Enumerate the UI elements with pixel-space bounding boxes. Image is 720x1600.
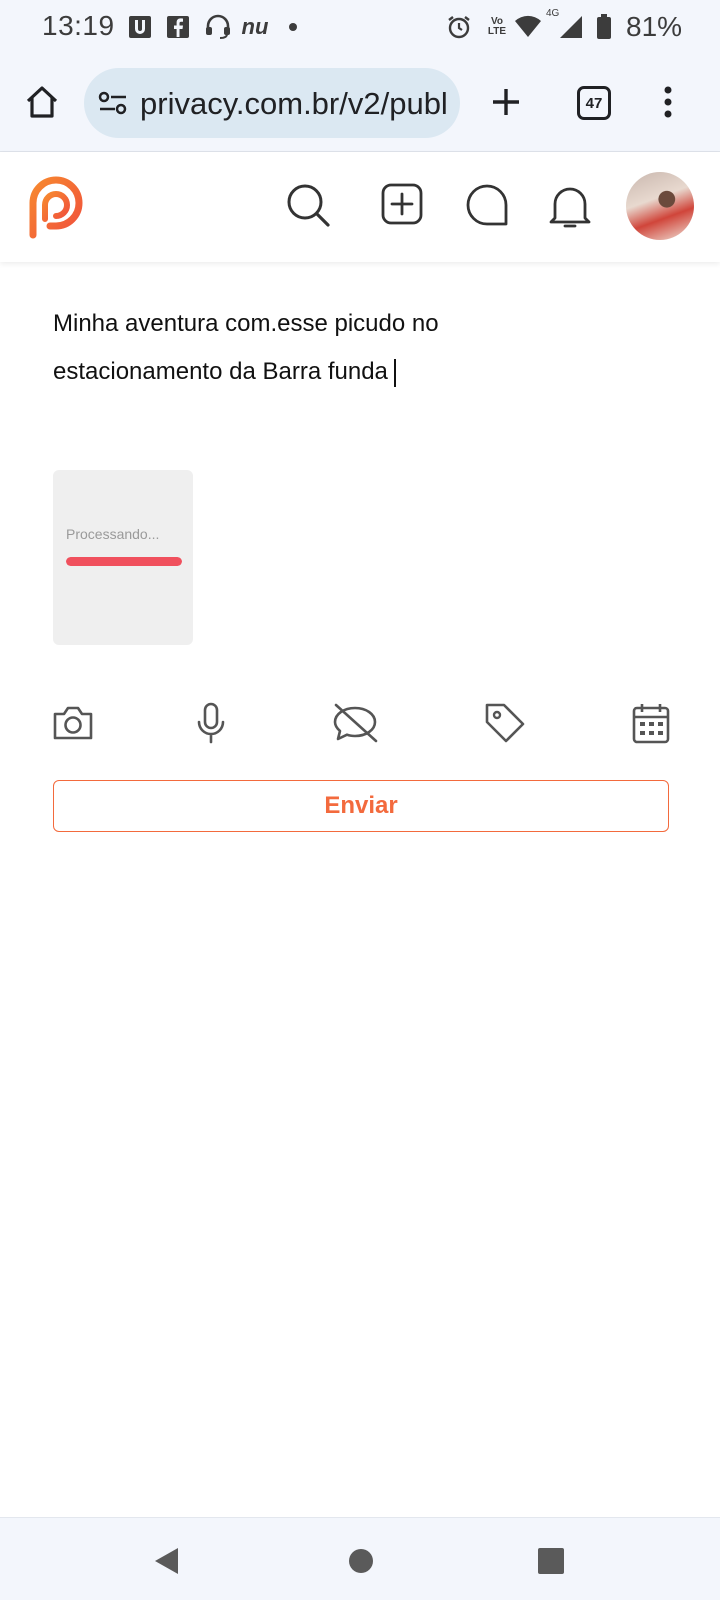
status-bar: 13:19 nu Vo LTE 4G 81% <box>0 0 720 56</box>
volte-bottom-label: LTE <box>487 26 507 37</box>
url-text: privacy.com.br/v2/publ <box>140 86 448 121</box>
search-icon[interactable] <box>284 180 332 230</box>
facebook-icon <box>166 14 190 40</box>
comments-off-icon[interactable] <box>330 700 380 746</box>
wifi-icon <box>514 14 542 40</box>
app-header <box>0 152 720 262</box>
bell-icon[interactable] <box>548 182 592 230</box>
dot-icon <box>288 14 298 40</box>
volte-icon: Vo LTE <box>484 14 510 40</box>
site-settings-icon[interactable] <box>96 86 130 120</box>
privacy-logo[interactable] <box>24 172 88 240</box>
avatar[interactable] <box>626 172 694 240</box>
upload-progress-bar <box>66 557 182 566</box>
home-circle-icon[interactable] <box>344 1544 378 1578</box>
new-tab-icon[interactable] <box>486 82 526 122</box>
upload-progress-fill <box>66 557 182 566</box>
system-nav-bar <box>0 1517 720 1600</box>
processing-label: Processando... <box>66 526 160 542</box>
more-menu-icon[interactable] <box>656 82 680 122</box>
headset-icon <box>204 14 232 40</box>
add-post-icon[interactable] <box>380 182 424 226</box>
tabs-icon[interactable]: 47 <box>577 86 611 120</box>
post-text-line-1: Minha aventura com.esse picudo no <box>53 310 439 337</box>
camera-icon[interactable] <box>50 700 96 746</box>
u-app-icon <box>128 14 152 40</box>
chat-icon[interactable] <box>464 182 510 228</box>
browser-toolbar: privacy.com.br/v2/publ 47 <box>0 56 720 152</box>
back-icon[interactable] <box>148 1544 184 1578</box>
microphone-icon[interactable] <box>188 700 234 746</box>
home-icon[interactable] <box>20 80 64 124</box>
signal-4g-icon: 4G <box>546 8 584 40</box>
url-bar[interactable]: privacy.com.br/v2/publ <box>84 68 460 138</box>
post-text-line-2: estacionamento da Barra funda <box>53 358 388 385</box>
post-text-input[interactable]: Minha aventura com.esse picudo no estaci… <box>53 300 673 396</box>
text-caret <box>393 358 396 387</box>
tag-icon[interactable] <box>482 700 528 746</box>
alarm-icon <box>446 14 472 40</box>
recents-icon[interactable] <box>534 1544 568 1578</box>
send-button[interactable]: Enviar <box>53 780 669 832</box>
calendar-icon[interactable] <box>628 700 674 746</box>
media-thumbnail[interactable]: Processando... <box>53 470 193 645</box>
status-time: 13:19 <box>42 10 115 41</box>
battery-percent: 81% <box>626 11 683 42</box>
battery-icon <box>596 14 612 40</box>
nu-icon: nu <box>241 14 269 39</box>
page: 13:19 nu Vo LTE 4G 81% privacy.com.br/v2… <box>0 0 720 1600</box>
